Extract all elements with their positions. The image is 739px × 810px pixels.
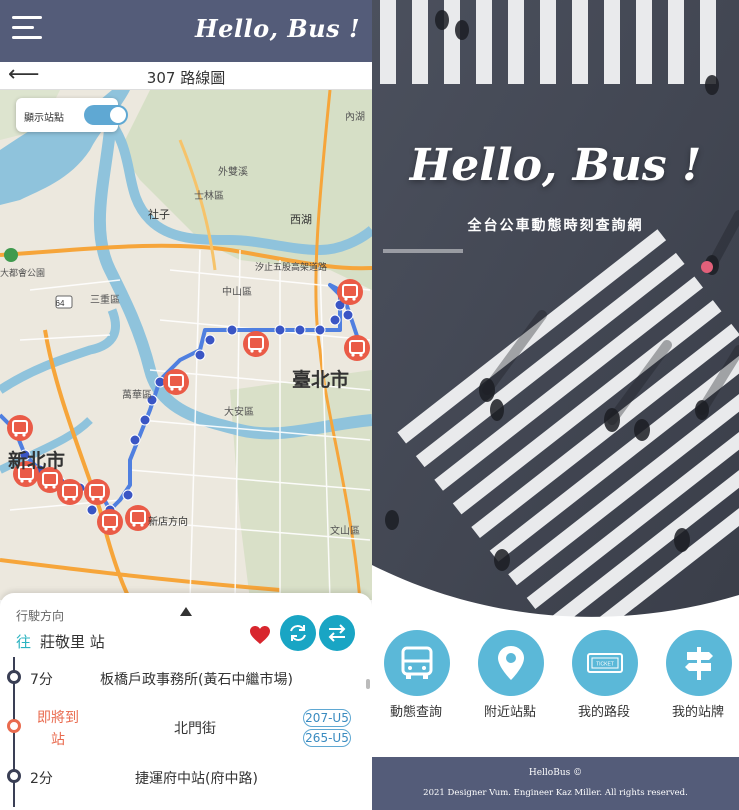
show-stops-control: 顯示站點	[16, 98, 128, 132]
map-pin-icon	[498, 646, 524, 680]
map-label-wanhua: 萬華區	[122, 388, 152, 401]
show-stops-label: 顯示站點	[24, 113, 64, 124]
toward-stop-name: 莊敬里 站	[40, 633, 105, 651]
list-scrollbar[interactable]	[366, 679, 370, 689]
route-pill[interactable]: 207-U5	[303, 709, 351, 727]
stop-name: 北門街	[174, 721, 216, 737]
map-label-neihu: 內湖	[345, 111, 365, 123]
ticket-icon: TICKET	[587, 653, 623, 673]
feature-menu: 動態查詢 附近站點 TICKET 我的路段 我的站牌	[372, 628, 739, 724]
map-label-overpass: 汐止五股高架道路	[255, 261, 327, 272]
footer: HelloBus © 2021 Designer Vum. Engineer K…	[372, 757, 739, 810]
hero-banner: Hello, Bus ! 全台公車動態時刻查詢網	[372, 0, 739, 640]
feature-circle	[666, 630, 732, 696]
stop-eta: 2分	[30, 771, 53, 787]
hero-subtitle: 全台公車動態時刻查詢網	[467, 218, 644, 234]
mountain-area	[120, 90, 372, 290]
map-label-taipei-city: 臺北市	[292, 368, 349, 391]
brand-logo[interactable]: Hello, Bus !	[195, 14, 360, 43]
swap-direction-button[interactable]	[319, 615, 355, 651]
feature-circle: TICKET	[572, 630, 638, 696]
stop-name: 捷運府中站(府中路)	[135, 771, 258, 787]
map-label-shilin: 士林區	[194, 189, 224, 202]
refresh-button[interactable]	[280, 615, 316, 651]
map-label-waishuang: 外雙溪	[218, 165, 248, 178]
page-title: 307 路線圖	[146, 69, 226, 87]
park-pin-icon	[4, 248, 18, 262]
favorite-heart-icon[interactable]	[248, 623, 272, 647]
menu-icon[interactable]	[12, 14, 44, 42]
show-stops-toggle[interactable]	[84, 105, 128, 125]
stop-dot	[7, 670, 21, 684]
hero-title: Hello, Bus !	[409, 140, 702, 191]
route-page: Hello, Bus ! ⟵ 307 路線圖 64 士林區 社子 西湖 外雙溪 …	[0, 0, 372, 810]
stop-dot-arriving	[7, 719, 21, 733]
map-label-xihu: 西湖	[290, 213, 312, 226]
map-label-new-taipei: 新北市	[8, 449, 65, 472]
refresh-icon	[290, 625, 306, 641]
hero-curve	[372, 565, 739, 640]
toward-prefix: 往	[16, 633, 32, 651]
route-map[interactable]: 64 士林區 社子 西湖 外雙溪 內湖 中山區 汐止五股高架道路 三重區 大都會…	[0, 90, 372, 600]
home-page: Hello, Bus ! 全台公車動態時刻查詢網 動態查詢 附近站點 TICKE…	[372, 0, 739, 810]
svg-text:TICKET: TICKET	[596, 662, 614, 668]
map-label-wenshan: 文山區	[330, 524, 360, 537]
direction-label: 行駛方向	[16, 609, 65, 623]
feature-label: 附近站點	[483, 705, 536, 720]
map-label-shezi: 社子	[148, 207, 170, 221]
footer-brand: HelloBus ©	[528, 768, 583, 778]
signpost-icon	[685, 647, 713, 680]
feature-label: 我的站牌	[671, 705, 724, 720]
swap-arrows-icon	[328, 624, 346, 642]
map-canvas[interactable]: 64 士林區 社子 西湖 外雙溪 內湖 中山區 汐止五股高架道路 三重區 大都會…	[0, 90, 372, 600]
feature-circle	[478, 630, 544, 696]
highway	[0, 558, 281, 592]
collapse-caret-icon[interactable]	[180, 607, 192, 616]
route-title-bar: ⟵ 307 路線圖	[0, 62, 372, 90]
app-header: Hello, Bus !	[0, 0, 372, 62]
map-label-daan: 大安區	[224, 405, 254, 418]
footer-credit: 2021 Designer Vum. Engineer Kaz Miller. …	[423, 788, 688, 798]
feature-circle	[384, 630, 450, 696]
stop-dot	[7, 769, 21, 783]
map-label-xindian-dir: 新店方向	[148, 515, 188, 528]
highway-number: 64	[56, 299, 65, 308]
map-label-park: 大都會公園	[0, 267, 45, 278]
bottom-sheet: 行駛方向 往 莊敬里 站 7分 板橋戶政事務所(黃石中繼市場) 即將到 站 北門…	[0, 593, 372, 810]
stop-name: 板橋戶政事務所(黃石中繼市場)	[100, 672, 293, 688]
toggle-knob	[110, 107, 126, 123]
stop-eta-arriving-line1: 即將到	[37, 710, 79, 726]
route-pill[interactable]: 265-U5	[303, 729, 351, 747]
hero-progress-bar	[383, 249, 463, 253]
map-label-sanchong: 三重區	[90, 293, 120, 306]
bus-icon	[401, 646, 433, 679]
feature-label: 動態查詢	[389, 705, 442, 720]
stop-eta-arriving-line2: 站	[51, 732, 65, 748]
map-label-zhongshan: 中山區	[222, 285, 252, 298]
feature-label: 我的路段	[577, 705, 630, 720]
stop-eta: 7分	[30, 672, 53, 688]
